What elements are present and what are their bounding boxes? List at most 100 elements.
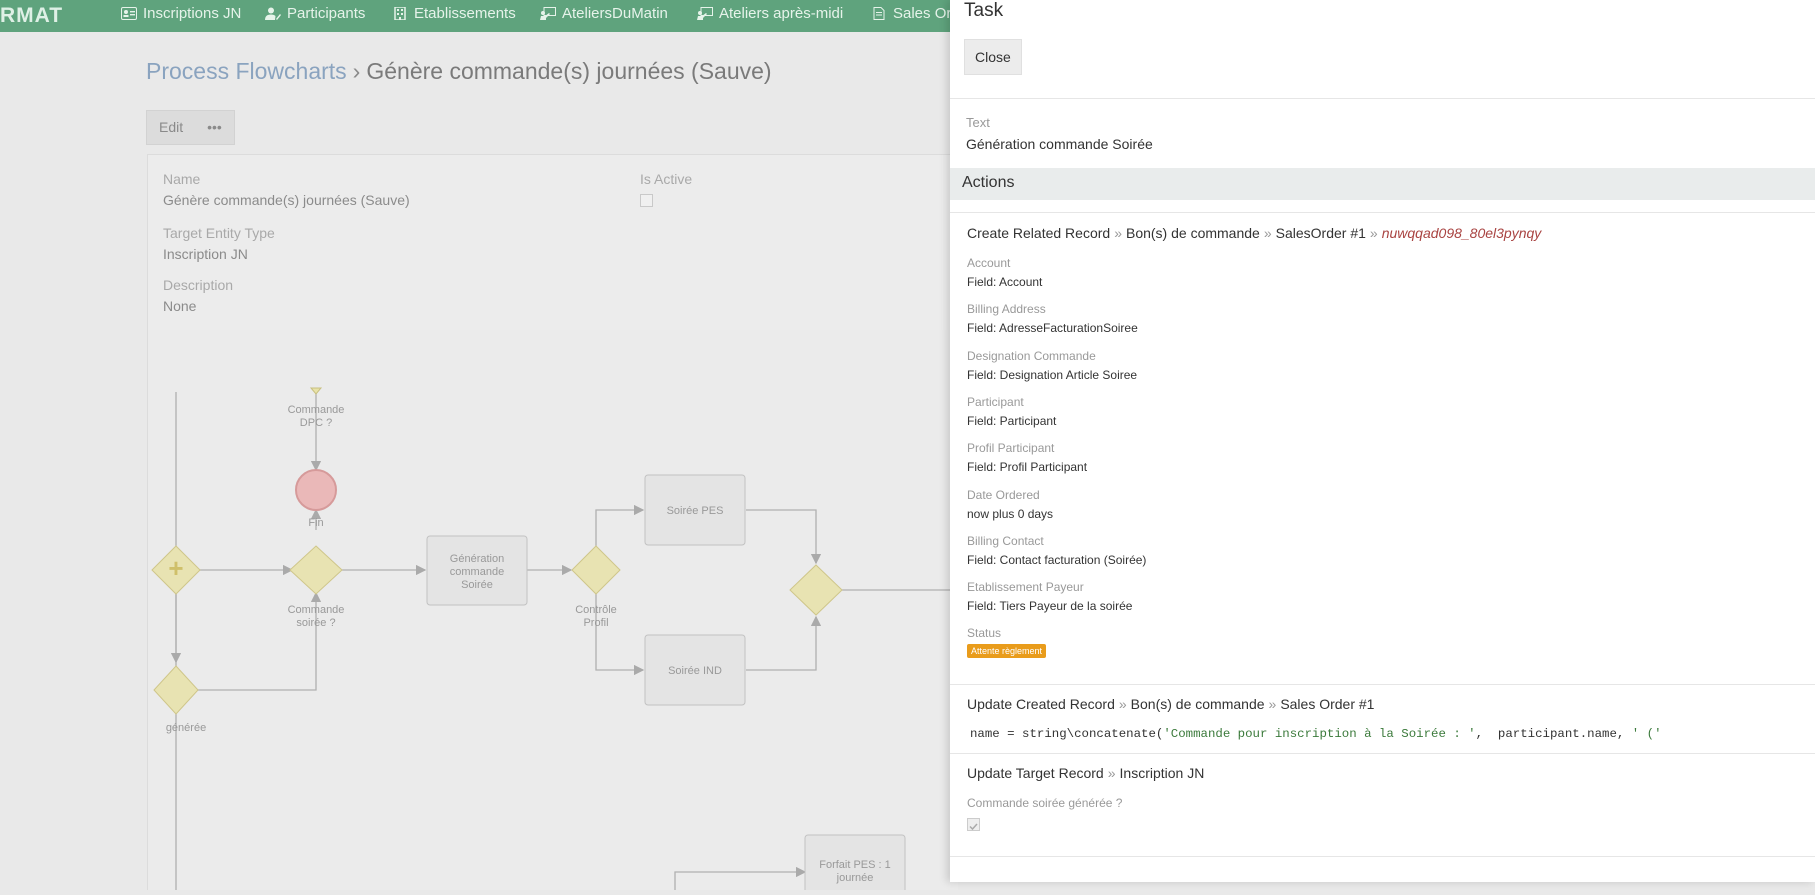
close-button[interactable]: Close: [964, 39, 1022, 75]
task-node-label: Soirée: [461, 579, 493, 591]
flowchart-label-fin: Fin: [308, 517, 323, 529]
nav-item-ateliers-apres-midi[interactable]: Ateliers après-midi: [697, 3, 843, 23]
nav-item-label: Inscriptions JN: [143, 4, 242, 22]
task-node-label: Génération: [450, 553, 504, 565]
field-value: now plus 0 days: [967, 507, 1054, 521]
task-node-label: Soirée PES: [667, 505, 724, 517]
nav-item-ateliers-du-matin[interactable]: AteliersDuMatin: [540, 3, 668, 23]
edit-button[interactable]: Edit: [147, 111, 195, 144]
actions-header: Actions: [950, 168, 1815, 200]
gateway-generee[interactable]: [153, 665, 199, 715]
nav-item-label: Sales Or: [893, 4, 952, 22]
field-value: Field: Account: [967, 275, 1043, 289]
flow-connector: [595, 504, 645, 548]
name-label: Name: [163, 171, 201, 187]
field-value: Field: Profil Participant: [967, 460, 1088, 474]
flowchart-label-commande-soiree: soirée ?: [296, 617, 335, 629]
field-label: Profil Participant: [967, 441, 1055, 455]
arrow-separator: »: [1114, 225, 1122, 241]
nav-item-inscriptions-jn[interactable]: Inscriptions JN: [121, 3, 241, 23]
field-label: Participant: [967, 395, 1024, 409]
action-type: Create Related Record: [967, 225, 1111, 241]
field-label: Commande soirée générée ?: [967, 796, 1123, 810]
actions-title: Actions: [962, 174, 1015, 191]
action-create-related-header: Create Related Record» Bon(s) de commande…: [967, 225, 1541, 241]
gateway-controle-profil[interactable]: [571, 545, 621, 595]
record-detail-panel: Name Génère commande(s) journées (Sauve)…: [147, 154, 959, 332]
formula-code: name = string\concatenate('Commande pour…: [970, 727, 1662, 741]
record-button-group: Edit •••: [146, 110, 235, 145]
target-entity-value: Inscription JN: [163, 246, 248, 262]
action-type: Update Target Record: [967, 765, 1104, 781]
arrow-separator: »: [1268, 696, 1277, 712]
text-label: Text: [966, 115, 990, 130]
action-target: SalesOrder #1: [1275, 225, 1366, 241]
is-active-checkbox: [640, 194, 653, 207]
id-card-icon: [121, 6, 137, 20]
commande-soiree-generee-checkbox: [967, 818, 980, 831]
arrow-separator: »: [1118, 696, 1127, 712]
breadcrumb-separator: ›: [352, 58, 361, 84]
flowchart-diagram: Commande DPC ? Fin + Commande soirée ? G…: [151, 387, 958, 895]
target-entity-label: Target Entity Type: [163, 225, 275, 241]
more-actions-button[interactable]: •••: [195, 111, 234, 144]
status-badge: Attente règlement: [967, 644, 1047, 658]
nav-item-label: AteliersDuMatin: [562, 4, 668, 22]
arrow-separator: »: [1263, 225, 1272, 241]
flowchart-label-controle: Profil: [583, 617, 608, 629]
field-value: Field: Designation Article Soiree: [967, 368, 1138, 382]
action-update-target-header: Update Target Record» Inscription JN: [967, 765, 1204, 781]
field-label: Etablissement Payeur: [967, 580, 1084, 594]
flowchart-label-commande-dpc: DPC ?: [300, 417, 332, 429]
action-target: Inscription JN: [1119, 765, 1205, 781]
description-value: None: [163, 298, 197, 314]
status-label: Status: [967, 626, 1002, 640]
nav-item-sales-orders[interactable]: Sales Or: [871, 3, 951, 23]
divider: [950, 98, 1815, 99]
nav-item-label: Ateliers après-midi: [719, 4, 844, 22]
presentation-icon: [697, 6, 713, 20]
nav-item-label: Participants: [287, 4, 366, 22]
flowchart-label-generee: générée: [166, 722, 206, 734]
building-icon: [394, 6, 406, 20]
breadcrumb-parent-link[interactable]: Process Flowcharts: [146, 58, 347, 84]
plus-icon: +: [168, 553, 183, 583]
flow-connector: [746, 509, 822, 565]
gateway-commande-soiree[interactable]: [289, 545, 343, 595]
nav-item-participants[interactable]: Participants: [265, 3, 365, 23]
field-value: Field: Contact facturation (Soirée): [967, 553, 1147, 567]
field-value: Field: AdresseFacturationSoiree: [967, 321, 1138, 335]
merge-gateway-node[interactable]: [789, 564, 843, 616]
code-prefix: name = string\concatenate(: [970, 727, 1164, 741]
nav-item-label: Etablissements: [414, 4, 516, 22]
code-string: 'Commande pour inscription à la Soirée :…: [1163, 727, 1476, 741]
brand-logo[interactable]: RMAT: [0, 4, 63, 28]
field-value: Field: Participant: [967, 414, 1057, 428]
checkmark-icon: [969, 823, 978, 831]
arrow-separator: »: [1107, 765, 1116, 781]
presentation-icon: [540, 6, 556, 20]
action-target: Sales Order #1: [1280, 696, 1375, 712]
end-event-node[interactable]: [295, 469, 337, 511]
breadcrumb: Process Flowcharts › Génère commande(s) jo…: [146, 58, 772, 85]
task-side-panel: Task Close Text Génération commande Soir…: [950, 0, 1815, 882]
page-title: Génère commande(s) journées (Sauve): [366, 58, 772, 84]
field-label: Designation Commande: [967, 349, 1096, 363]
code-middle: , participant.name,: [1475, 727, 1632, 741]
is-active-label: Is Active: [640, 171, 693, 187]
action-link: Bon(s) de commande: [1125, 225, 1260, 241]
flowchart-label-commande-soiree: Commande: [288, 604, 345, 616]
field-label: Billing Address: [967, 302, 1046, 316]
task-node-label: journée: [836, 872, 874, 884]
task-node-label: commande: [450, 566, 504, 578]
nav-item-etablissements[interactable]: Etablissements: [392, 3, 516, 23]
arrow-separator: »: [1369, 225, 1378, 241]
name-value: Génère commande(s) journées (Sauve): [163, 192, 410, 208]
text-value: Génération commande Soirée: [966, 136, 1153, 152]
field-label: Billing Contact: [967, 534, 1044, 548]
code-string: ' (': [1631, 727, 1662, 741]
flowchart-canvas[interactable]: Commande DPC ? Fin + Commande soirée ? G…: [147, 330, 958, 895]
action-id: nuwqqad098_80el3pynqy: [1381, 225, 1542, 241]
action-update-created-header: Update Created Record» Bon(s) de commande…: [967, 696, 1374, 712]
document-icon: [873, 6, 885, 20]
